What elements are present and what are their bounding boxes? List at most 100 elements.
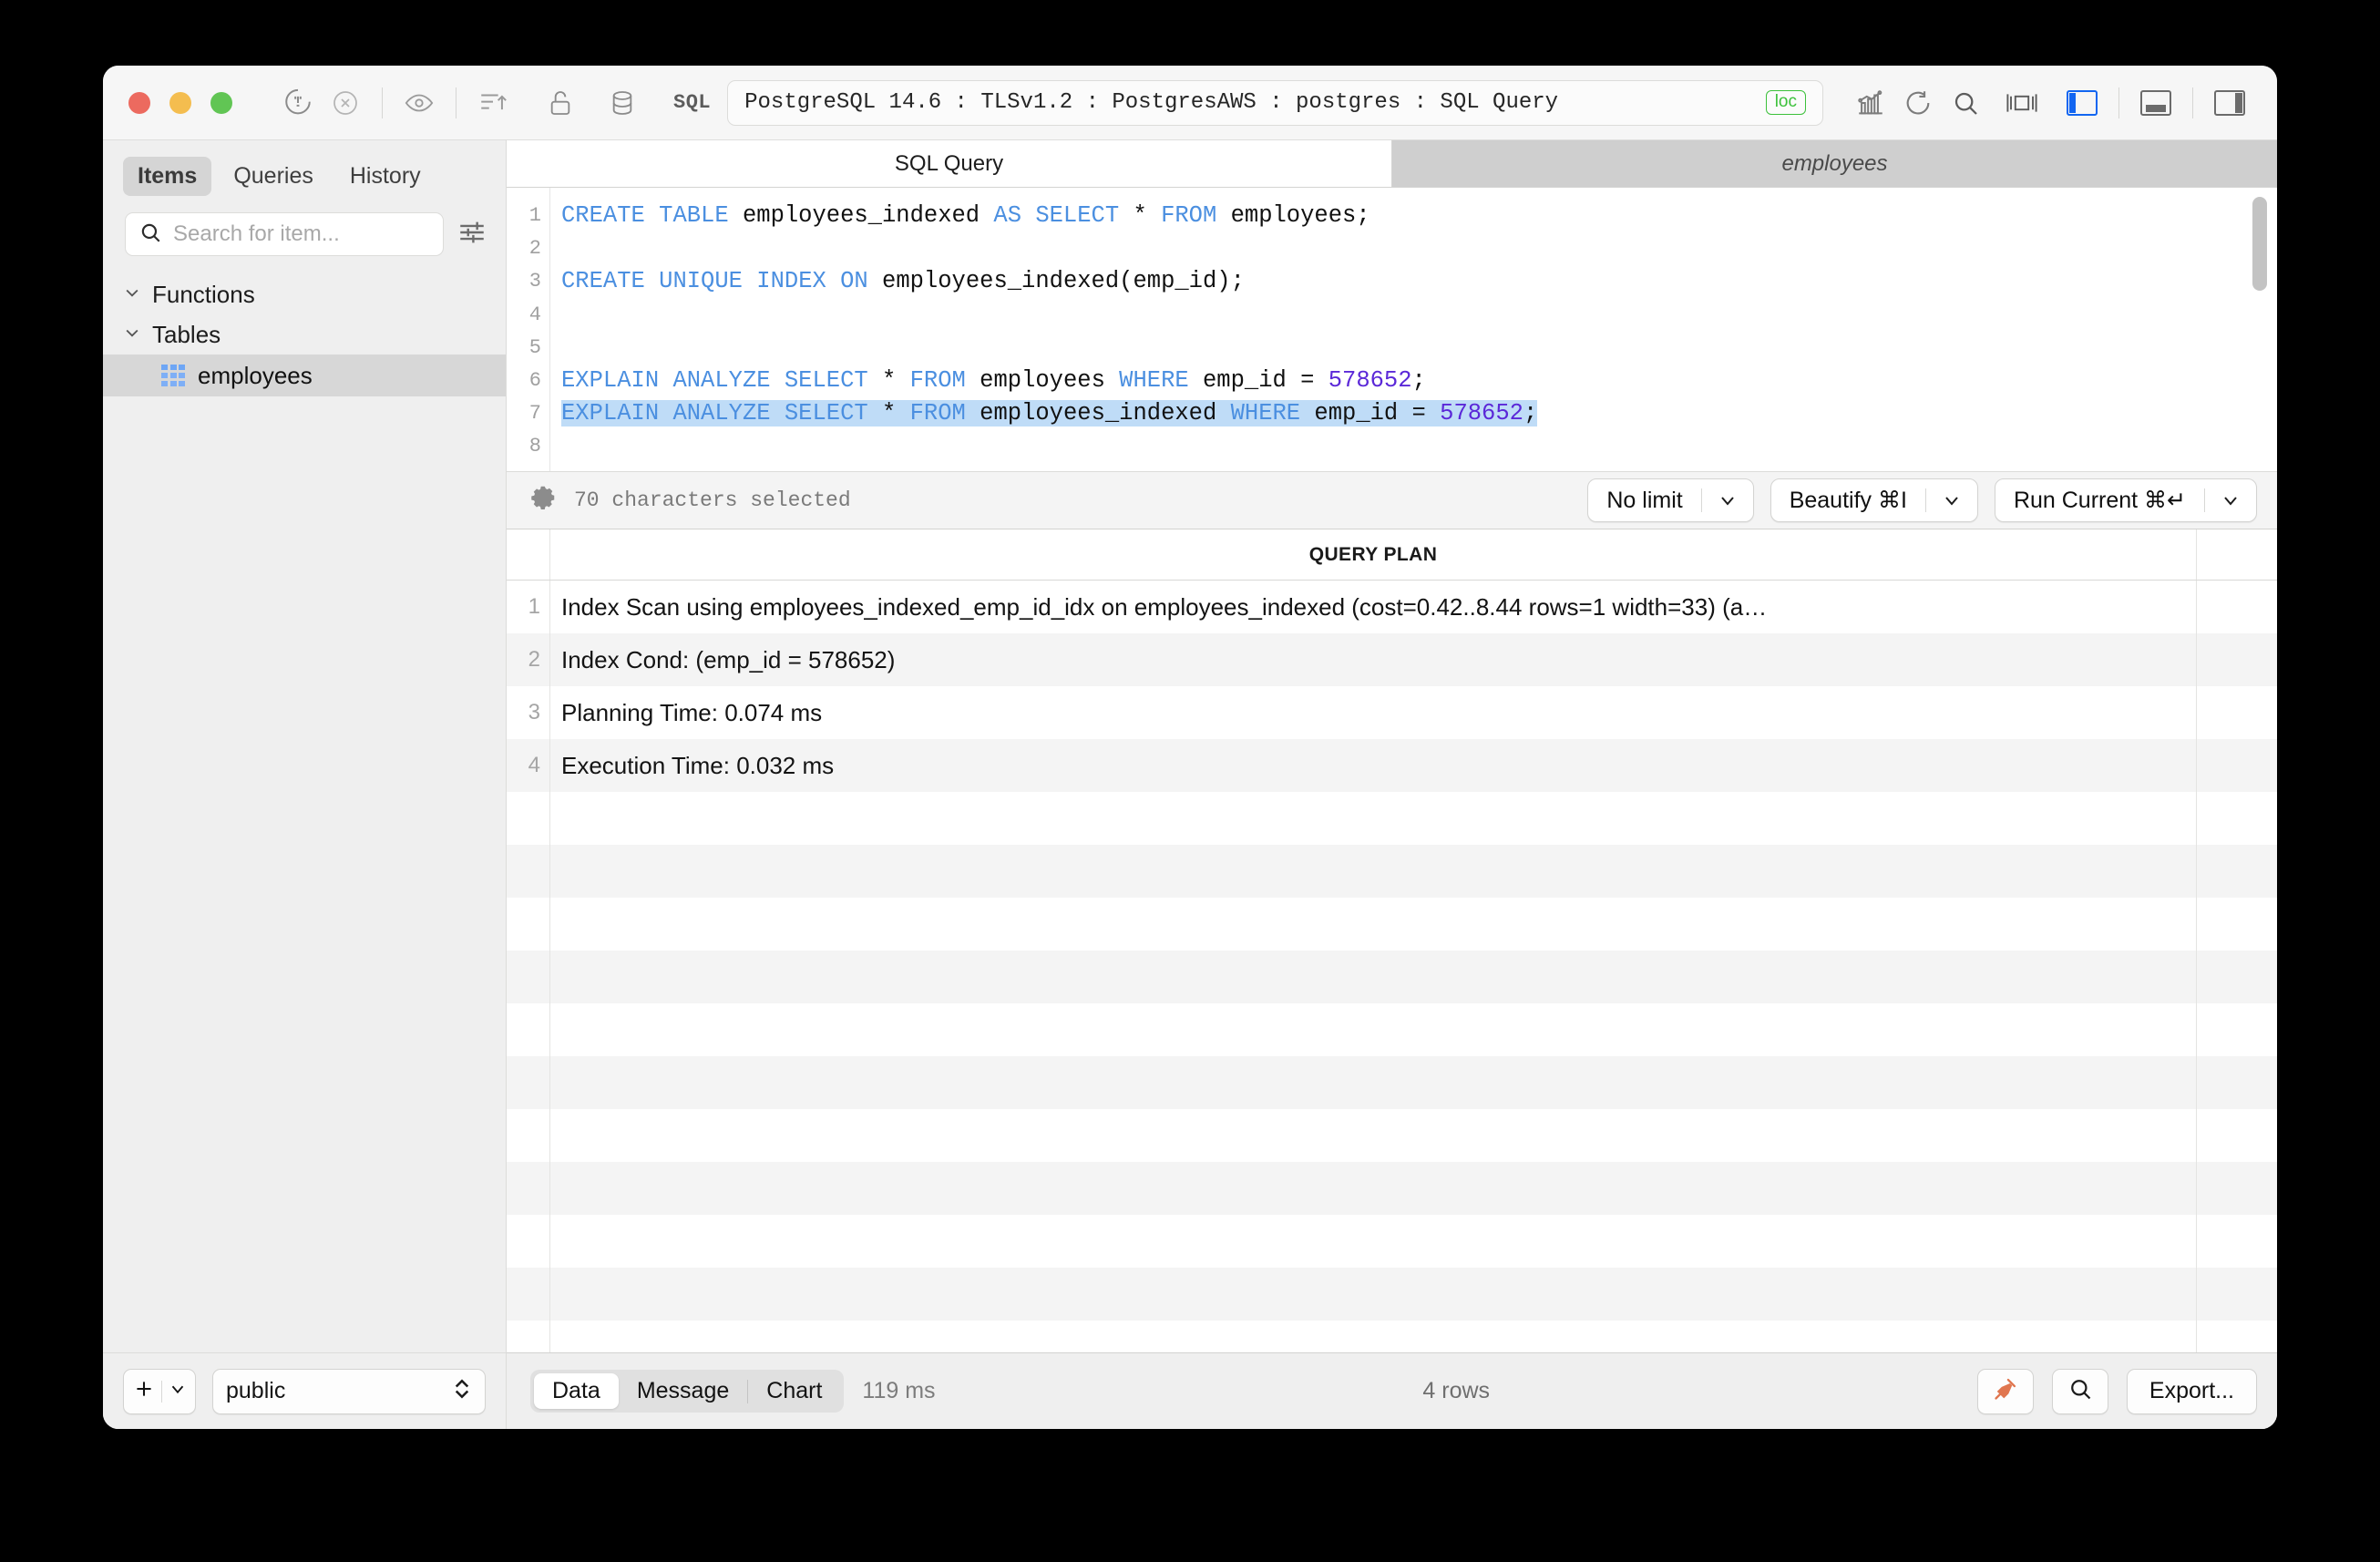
database-icon[interactable] bbox=[599, 79, 646, 127]
titlebar-right-tools bbox=[1847, 79, 2253, 127]
editor-line[interactable]: EXPLAIN ANALYZE SELECT * FROM employees_… bbox=[561, 397, 2277, 430]
chevron-down-icon[interactable] bbox=[1926, 489, 1977, 511]
sidebar-tabs: Items Queries History bbox=[103, 140, 506, 205]
right-panel-toggle-icon[interactable] bbox=[2206, 79, 2253, 127]
row-limit-button[interactable]: No limit bbox=[1587, 478, 1754, 522]
table-row-empty bbox=[507, 1056, 2277, 1109]
plug-icon[interactable] bbox=[274, 79, 322, 127]
chart-icon[interactable] bbox=[1847, 79, 1894, 127]
sidebar-tab-queries[interactable]: Queries bbox=[219, 157, 328, 196]
line-number: 5 bbox=[528, 335, 541, 359]
chevron-down-icon[interactable] bbox=[1702, 489, 1753, 511]
search-input[interactable] bbox=[173, 221, 430, 247]
table-row[interactable]: 2 Index Cond: (emp_id = 578652) bbox=[507, 633, 2277, 686]
sql-editor[interactable]: 1 2 3 4 5 6 7 8 9 10 CREATE TABLE employ… bbox=[507, 188, 2277, 471]
row-cell-query-plan[interactable]: Index Scan using employees_indexed_emp_i… bbox=[550, 581, 2197, 633]
tab-employees[interactable]: employees bbox=[1392, 140, 2277, 187]
line-number: 9 bbox=[507, 464, 549, 471]
editor-line[interactable]: EXPLAIN ANALYZE SELECT * FROM employees … bbox=[561, 365, 2277, 397]
editor-line[interactable] bbox=[561, 232, 2277, 265]
results-search-button[interactable] bbox=[2051, 1368, 2108, 1414]
sidebar-tab-items[interactable]: Items bbox=[123, 157, 212, 196]
table-row-empty bbox=[507, 1003, 2277, 1056]
row-number: 3 bbox=[507, 686, 550, 739]
app-window: SQL PostgreSQL 14.6 : TLSv1.2 : Postgres… bbox=[103, 66, 2277, 1429]
eye-icon[interactable] bbox=[395, 79, 443, 127]
bottom-panel-toggle-icon[interactable] bbox=[2132, 79, 2180, 127]
results-header-tail bbox=[2197, 529, 2277, 580]
toolbar-divider-3 bbox=[2118, 87, 2119, 118]
editor-line[interactable] bbox=[561, 299, 2277, 332]
toolbar-divider-2 bbox=[456, 87, 457, 118]
tab-sql-query[interactable]: SQL Query bbox=[507, 140, 1392, 187]
filter-sliders-icon[interactable] bbox=[457, 217, 487, 252]
search-icon[interactable] bbox=[1942, 79, 1989, 127]
table-row-empty bbox=[507, 1162, 2277, 1215]
refresh-icon[interactable] bbox=[1894, 79, 1942, 127]
editor-code[interactable]: CREATE TABLE employees_indexed AS SELECT… bbox=[550, 188, 2277, 471]
lock-open-icon[interactable] bbox=[537, 79, 584, 127]
close-window-button[interactable] bbox=[128, 91, 150, 114]
add-item-button[interactable] bbox=[123, 1368, 196, 1414]
table-row[interactable]: 1 Index Scan using employees_indexed_emp_… bbox=[507, 581, 2277, 633]
tree-group-functions[interactable]: Functions bbox=[103, 274, 506, 314]
segment-message[interactable]: Message bbox=[619, 1373, 747, 1409]
editor-line[interactable]: CREATE UNIQUE INDEX ON employees_indexed… bbox=[561, 265, 2277, 298]
row-cell-query-plan[interactable]: Index Cond: (emp_id = 578652) bbox=[550, 633, 2197, 686]
line-number: 8 bbox=[528, 435, 541, 458]
schema-select[interactable]: public bbox=[212, 1368, 486, 1414]
line-number: 4 bbox=[528, 303, 541, 326]
sort-ascending-icon[interactable] bbox=[469, 79, 517, 127]
segment-chart[interactable]: Chart bbox=[748, 1373, 840, 1409]
chevron-down-icon[interactable] bbox=[2205, 489, 2256, 511]
line-number: 3 bbox=[528, 270, 541, 293]
line-number: 6 bbox=[528, 369, 541, 393]
tree-group-label: Tables bbox=[152, 320, 221, 348]
chevron-down-icon bbox=[168, 1379, 188, 1403]
editor-line[interactable] bbox=[561, 332, 2277, 365]
left-panel-toggle-icon[interactable] bbox=[2058, 79, 2106, 127]
export-label: Export... bbox=[2149, 1378, 2234, 1403]
row-cell-query-plan[interactable]: Execution Time: 0.032 ms bbox=[550, 739, 2197, 792]
gear-icon[interactable] bbox=[530, 485, 558, 517]
query-tab-bar: SQL Query employees bbox=[507, 140, 2277, 188]
editor-scrollbar-thumb[interactable] bbox=[2252, 197, 2267, 291]
close-circle-icon[interactable] bbox=[322, 79, 369, 127]
beautify-button[interactable]: Beautify ⌘I bbox=[1770, 478, 1978, 522]
results-rows[interactable]: 1 Index Scan using employees_indexed_emp_… bbox=[507, 581, 2277, 1352]
editor-line[interactable]: CREATE TABLE employees_indexed AS SELECT… bbox=[561, 200, 2277, 232]
tree-group-tables[interactable]: Tables bbox=[103, 314, 506, 355]
search-icon bbox=[2067, 1376, 2093, 1406]
editor-gutter: 1 2 3 4 5 6 7 8 9 10 bbox=[507, 188, 550, 471]
table-row[interactable]: 4 Execution Time: 0.032 ms bbox=[507, 739, 2277, 792]
search-input-wrapper[interactable] bbox=[125, 212, 444, 256]
segment-data[interactable]: Data bbox=[534, 1373, 619, 1409]
results-footer: Data Message Chart 119 ms 4 rows Export.… bbox=[507, 1352, 2277, 1429]
loc-badge: loc bbox=[1765, 89, 1806, 116]
maximize-window-button[interactable] bbox=[210, 91, 232, 114]
editor-line[interactable] bbox=[561, 464, 2277, 472]
tree-group-label: Functions bbox=[152, 280, 255, 308]
sidebar-search-row bbox=[103, 205, 506, 269]
connection-field[interactable]: PostgreSQL 14.6 : TLSv1.2 : PostgresAWS … bbox=[727, 79, 1823, 126]
row-number: 4 bbox=[507, 739, 550, 792]
export-button[interactable]: Export... bbox=[2126, 1368, 2257, 1414]
expand-horizontal-icon[interactable] bbox=[1998, 79, 2046, 127]
beautify-label: Beautify ⌘I bbox=[1789, 488, 1907, 513]
run-current-button[interactable]: Run Current ⌘↵ bbox=[1994, 478, 2257, 522]
sidebar: Items Queries History Search for item...… bbox=[103, 140, 507, 1429]
pin-button[interactable] bbox=[1976, 1368, 2034, 1414]
editor-line[interactable] bbox=[561, 430, 2277, 463]
row-cell-query-plan[interactable]: Planning Time: 0.074 ms bbox=[550, 686, 2197, 739]
main-area: SQL Query employees 1 2 3 4 5 6 7 8 9 10… bbox=[507, 140, 2277, 1429]
table-row-empty bbox=[507, 898, 2277, 951]
chevron-down-icon bbox=[123, 283, 141, 306]
tree-item-employees[interactable]: employees bbox=[103, 355, 506, 396]
minimize-window-button[interactable] bbox=[169, 91, 191, 114]
sidebar-tab-history[interactable]: History bbox=[335, 157, 436, 196]
editor-scrollbar[interactable] bbox=[2248, 197, 2272, 466]
table-row[interactable]: 3 Planning Time: 0.074 ms bbox=[507, 686, 2277, 739]
column-header-query-plan[interactable]: QUERY PLAN bbox=[550, 529, 2197, 580]
sidebar-footer: public bbox=[103, 1352, 506, 1429]
window-body: Items Queries History Search for item...… bbox=[103, 140, 2277, 1429]
